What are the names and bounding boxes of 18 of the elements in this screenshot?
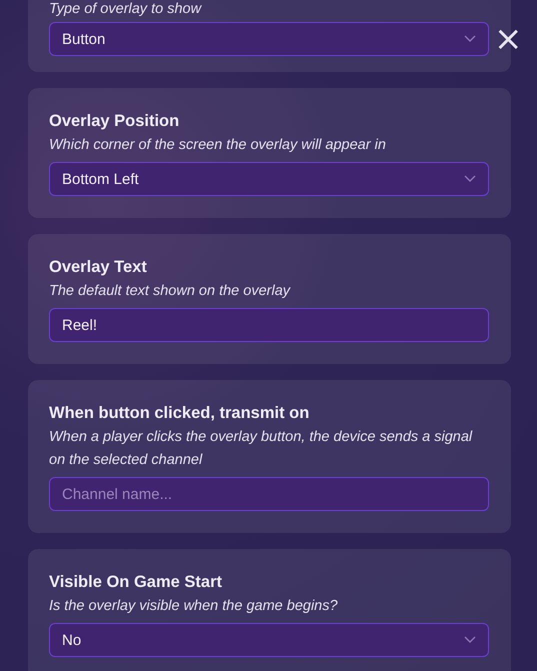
- chevron-down-icon: [464, 175, 476, 183]
- setting-description: Type of overlay to show: [49, 0, 203, 18]
- dropdown[interactable]: Button: [49, 22, 489, 56]
- setting-title: Visible On Game Start: [49, 572, 224, 592]
- setting-description: When a player clicks the overlay button, the device sends a signal on the selected channel: [49, 428, 474, 470]
- close-button[interactable]: ×: [492, 24, 524, 54]
- dropdown[interactable]: No: [49, 623, 489, 657]
- setting-title: Overlay Text: [49, 257, 148, 277]
- dropdown[interactable]: Bottom Left: [49, 162, 489, 196]
- setting-description: Is the overlay visible when the game begins?: [49, 597, 339, 616]
- setting-title: Overlay Position: [49, 111, 180, 131]
- chevron-down-icon: [464, 35, 476, 43]
- chevron-down-icon: [464, 636, 476, 644]
- setting-title: When button clicked, transmit on: [49, 403, 310, 423]
- setting-description: The default text shown on the overlay: [49, 282, 292, 301]
- setting-description: Which corner of the screen the overlay will appear in: [49, 136, 387, 155]
- input-field[interactable]: Channel name...: [49, 477, 489, 511]
- input-field[interactable]: Reel!: [49, 308, 489, 342]
